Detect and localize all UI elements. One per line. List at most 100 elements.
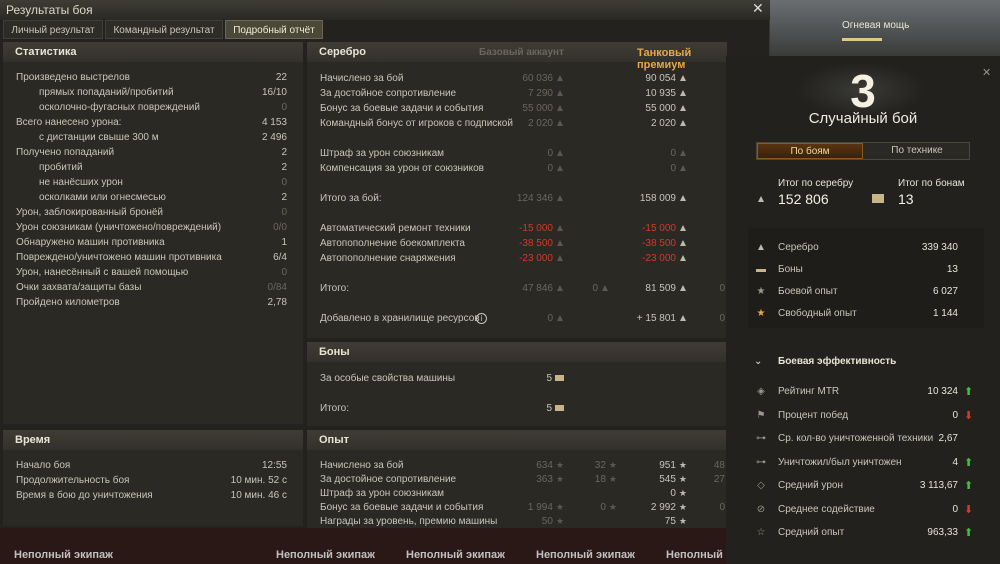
silver-row-label: Итого: bbox=[320, 283, 349, 294]
toggle-by-battles[interactable]: По боям bbox=[757, 143, 863, 159]
stats-row: с дистанции свыше 300 м 2 496 bbox=[3, 132, 303, 147]
silver-row-base: 0 bbox=[547, 148, 564, 159]
silver-row-base: 7 290 bbox=[528, 88, 564, 99]
exp-num: 75 bbox=[664, 516, 676, 527]
exp-panel: Опыт Начислено за бой 634 ★ 32 ★ 951 ★ 48 За дос… bbox=[307, 430, 727, 528]
silver-row-prem-gold: 0 bbox=[719, 283, 725, 294]
exp-row-label: Штраф за урон союзникам bbox=[320, 488, 445, 499]
tab-team[interactable]: Командный результат bbox=[105, 20, 223, 39]
close-icon[interactable]: ✕ bbox=[752, 0, 764, 17]
silver-row-prem: -38 500 bbox=[642, 238, 687, 249]
stats-row-label: Урон, заблокированный бронёй bbox=[16, 207, 164, 218]
efficiency-label: Процент побед bbox=[778, 409, 849, 421]
exp-star-icon: ★ bbox=[678, 502, 687, 512]
stats-row-label: Произведено выстрелов bbox=[16, 72, 130, 83]
silver-icon bbox=[556, 90, 564, 96]
battle-type: Случайный бой bbox=[808, 110, 918, 127]
silver-row: Бонус за боевые задачи и события 55 000 55… bbox=[307, 103, 727, 118]
total-label: Боевой опыт bbox=[778, 286, 838, 297]
exp-star-icon: ★ bbox=[608, 460, 617, 470]
silver-prem-value: 0 bbox=[670, 163, 676, 174]
exp-row-label: За достойное сопротивление bbox=[320, 474, 457, 485]
stats-row: Очки захвата/защиты базы 0/84 bbox=[3, 282, 303, 297]
toggle-by-vehicle[interactable]: По технике bbox=[864, 143, 970, 159]
bonds-row: Итого: 5 bbox=[307, 403, 727, 418]
silver-row-base: 0 bbox=[547, 313, 564, 324]
efficiency-value: 0 bbox=[952, 409, 958, 421]
time-row: Начало боя 12:55 bbox=[3, 460, 303, 475]
bonds-icon: ▬ bbox=[756, 264, 766, 275]
arrow-up-icon: ⬆ bbox=[964, 456, 974, 469]
time-row-label: Время в бою до уничтожения bbox=[16, 490, 153, 501]
silver-icon bbox=[556, 240, 564, 246]
silver-icon bbox=[556, 120, 564, 126]
stats-row-value: 0 bbox=[281, 102, 287, 113]
efficiency-label: Средний урон bbox=[778, 480, 843, 491]
silver-icon bbox=[556, 315, 564, 321]
silver-row-label: Бонус за боевые задачи и события bbox=[320, 103, 484, 114]
exp-value: 951 ★ bbox=[659, 460, 687, 471]
chevron-down-icon[interactable]: ⌄ bbox=[754, 356, 762, 367]
arrow-down-icon: ⬇ bbox=[964, 409, 974, 422]
exp-star-icon: ★ bbox=[608, 502, 617, 512]
silver-prem-value: -15 000 bbox=[642, 223, 676, 234]
stats-row-value: 2 496 bbox=[261, 132, 287, 143]
silver-prem-value: 0 bbox=[670, 148, 676, 159]
total-value: 1 144 bbox=[932, 308, 958, 319]
silver-icon bbox=[556, 285, 564, 291]
tank-destroyed-icon: ⊶ bbox=[756, 433, 766, 444]
silver-row-prem: 10 935 bbox=[645, 88, 687, 99]
silver-base-value: 55 000 bbox=[522, 103, 553, 114]
stats-row-label: Очки захвата/защиты базы bbox=[16, 282, 142, 293]
exp-star-icon: ★ bbox=[555, 516, 564, 526]
silver-icon bbox=[679, 225, 687, 231]
firepower-label: Огневая мощь bbox=[842, 20, 910, 31]
stats-row-value: 16/10 bbox=[261, 87, 287, 98]
stats-row-label: прямых попаданий/пробитий bbox=[39, 87, 174, 98]
exp-value: 32 ★ bbox=[595, 460, 617, 471]
tab-personal[interactable]: Личный результат bbox=[3, 20, 103, 39]
stats-panel: Статистика Произведено выстрелов 22 прямых… bbox=[3, 42, 303, 424]
stats-row: Всего нанесено урона: 4 153 bbox=[3, 117, 303, 132]
silver-total-value: 152 806 bbox=[778, 191, 829, 207]
efficiency-label: Средний опыт bbox=[778, 527, 845, 538]
tank-ratio-icon: ⊶ bbox=[756, 456, 766, 468]
silver-row-prem: 55 000 bbox=[645, 103, 687, 114]
info-icon[interactable]: i bbox=[476, 313, 487, 324]
exp-star-icon: ★ bbox=[555, 474, 564, 484]
stats-row: Обнаружено машин противника 1 bbox=[3, 237, 303, 252]
silver-row-base: 55 000 bbox=[522, 103, 564, 114]
stats-row-value: 0 bbox=[281, 177, 287, 188]
time-row-value: 12:55 bbox=[261, 460, 287, 471]
total-value: 6 027 bbox=[932, 286, 958, 297]
silver-prem-value: 158 009 bbox=[639, 193, 676, 204]
silver-base-value: 2 020 bbox=[527, 118, 553, 129]
tab-detailed[interactable]: Подробный отчёт bbox=[225, 20, 323, 39]
silver-row-label: Командный бонус от игроков с подпиской bbox=[320, 118, 513, 129]
silver-row-prem: 2 020 bbox=[651, 118, 687, 129]
stats-row-value: 1 bbox=[281, 237, 287, 248]
efficiency-value: 0 bbox=[952, 503, 958, 515]
silver-row: Автоматический ремонт техники -15 000 -15 … bbox=[307, 223, 727, 238]
silver-row: Начислено за бой 60 036 90 054 bbox=[307, 73, 727, 88]
exp-num: 0 bbox=[600, 502, 606, 513]
stats-row-label: не нанёсших урон bbox=[39, 177, 123, 188]
gold-value: 0 bbox=[719, 313, 725, 324]
silver-row: Компенсация за урон от союзников 0 0 bbox=[307, 163, 727, 178]
exp-num: 2 992 bbox=[650, 502, 676, 513]
exp-value: 1 994 ★ bbox=[528, 502, 564, 513]
exp-row-label: Награды за уровень, премию машины bbox=[320, 516, 498, 527]
silver-icon: ▲ bbox=[756, 242, 766, 253]
exp-num: 48 bbox=[713, 460, 725, 471]
exp-row: Награды за уровень, премию машины 50 ★ 75 ★ bbox=[307, 516, 727, 528]
silver-prem-value: 10 935 bbox=[645, 88, 676, 99]
bonds-total-label: Итог по бонам bbox=[898, 178, 965, 189]
col-base-account: Базовый аккаунт bbox=[479, 47, 564, 58]
silver-prem-value: 90 054 bbox=[645, 73, 676, 84]
silver-base-value: 60 036 bbox=[522, 73, 553, 84]
stats-row-value: 0 bbox=[281, 207, 287, 218]
silver-icon bbox=[679, 105, 687, 111]
efficiency-header[interactable]: Боевая эффективность bbox=[778, 356, 896, 367]
exp-row: Бонус за боевые задачи и события 1 994 ★ 0 ★… bbox=[307, 502, 727, 517]
silver-row: Добавлено в хранилище ресурсов i 0 + 15 801… bbox=[307, 313, 727, 328]
